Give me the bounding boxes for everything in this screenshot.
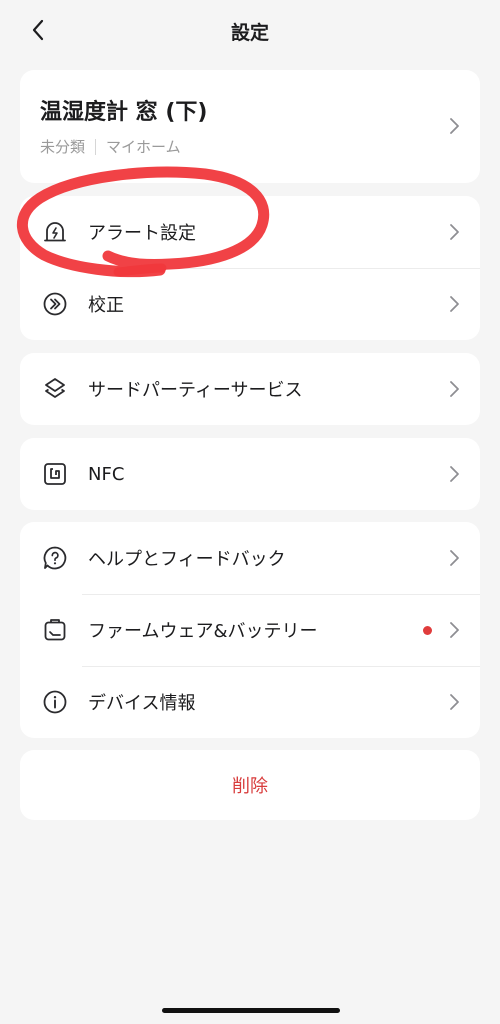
layers-icon: [42, 376, 68, 402]
calibration-icon: [42, 291, 68, 317]
header-bar: 設定: [0, 0, 500, 58]
chevron-right-icon: [448, 620, 460, 640]
calibration-row[interactable]: 校正: [20, 268, 480, 340]
delete-label: 削除: [232, 776, 268, 797]
help-chat-icon: [42, 545, 68, 571]
device-meta: 未分類 マイホーム: [40, 136, 181, 157]
help-feedback-row[interactable]: ヘルプとフィードバック: [20, 522, 480, 594]
chevron-right-icon: [448, 222, 460, 242]
firmware-battery-row[interactable]: ファームウェア&バッテリー: [20, 594, 480, 666]
info-icon: [42, 689, 68, 715]
alert-settings-row[interactable]: アラート設定: [20, 196, 480, 268]
firmware-icon: [42, 617, 68, 643]
device-name: 温湿度計 窓 (下): [40, 100, 208, 125]
chevron-right-icon: [448, 692, 460, 712]
device-info-label: デバイス情報: [88, 693, 196, 714]
settings-group-alerts: アラート設定 校正: [20, 196, 480, 340]
settings-group-third-party: サードパーティーサービス: [20, 353, 480, 425]
delete-button[interactable]: 削除: [20, 750, 480, 820]
chevron-right-icon: [448, 116, 460, 136]
nfc-row[interactable]: NFC: [20, 438, 480, 510]
page-title: 設定: [230, 22, 269, 44]
chevron-right-icon: [448, 379, 460, 399]
meta-divider: [95, 138, 97, 155]
update-badge-dot: [423, 625, 432, 635]
device-card[interactable]: 温湿度計 窓 (下) 未分類 マイホーム: [20, 70, 480, 183]
help-feedback-label: ヘルプとフィードバック: [88, 549, 286, 570]
device-category: 未分類: [40, 138, 86, 156]
settings-group-nfc: NFC: [20, 438, 480, 510]
calibration-label: 校正: [88, 295, 124, 316]
nfc-label: NFC: [88, 463, 125, 485]
chevron-right-icon: [448, 464, 460, 484]
chevron-right-icon: [448, 294, 460, 314]
chevron-right-icon: [448, 548, 460, 568]
firmware-battery-label: ファームウェア&バッテリー: [88, 621, 318, 642]
nfc-icon: [42, 461, 68, 487]
third-party-services-row[interactable]: サードパーティーサービス: [20, 353, 480, 425]
alert-bell-icon: [42, 219, 68, 245]
third-party-services-label: サードパーティーサービス: [88, 380, 303, 401]
device-home: マイホーム: [106, 138, 181, 156]
alert-settings-label: アラート設定: [88, 223, 196, 244]
home-indicator: [162, 1008, 340, 1013]
device-info-row[interactable]: デバイス情報: [20, 666, 480, 738]
settings-group-support: ヘルプとフィードバック ファームウェア&バッテリー デバイス情報: [20, 522, 480, 738]
